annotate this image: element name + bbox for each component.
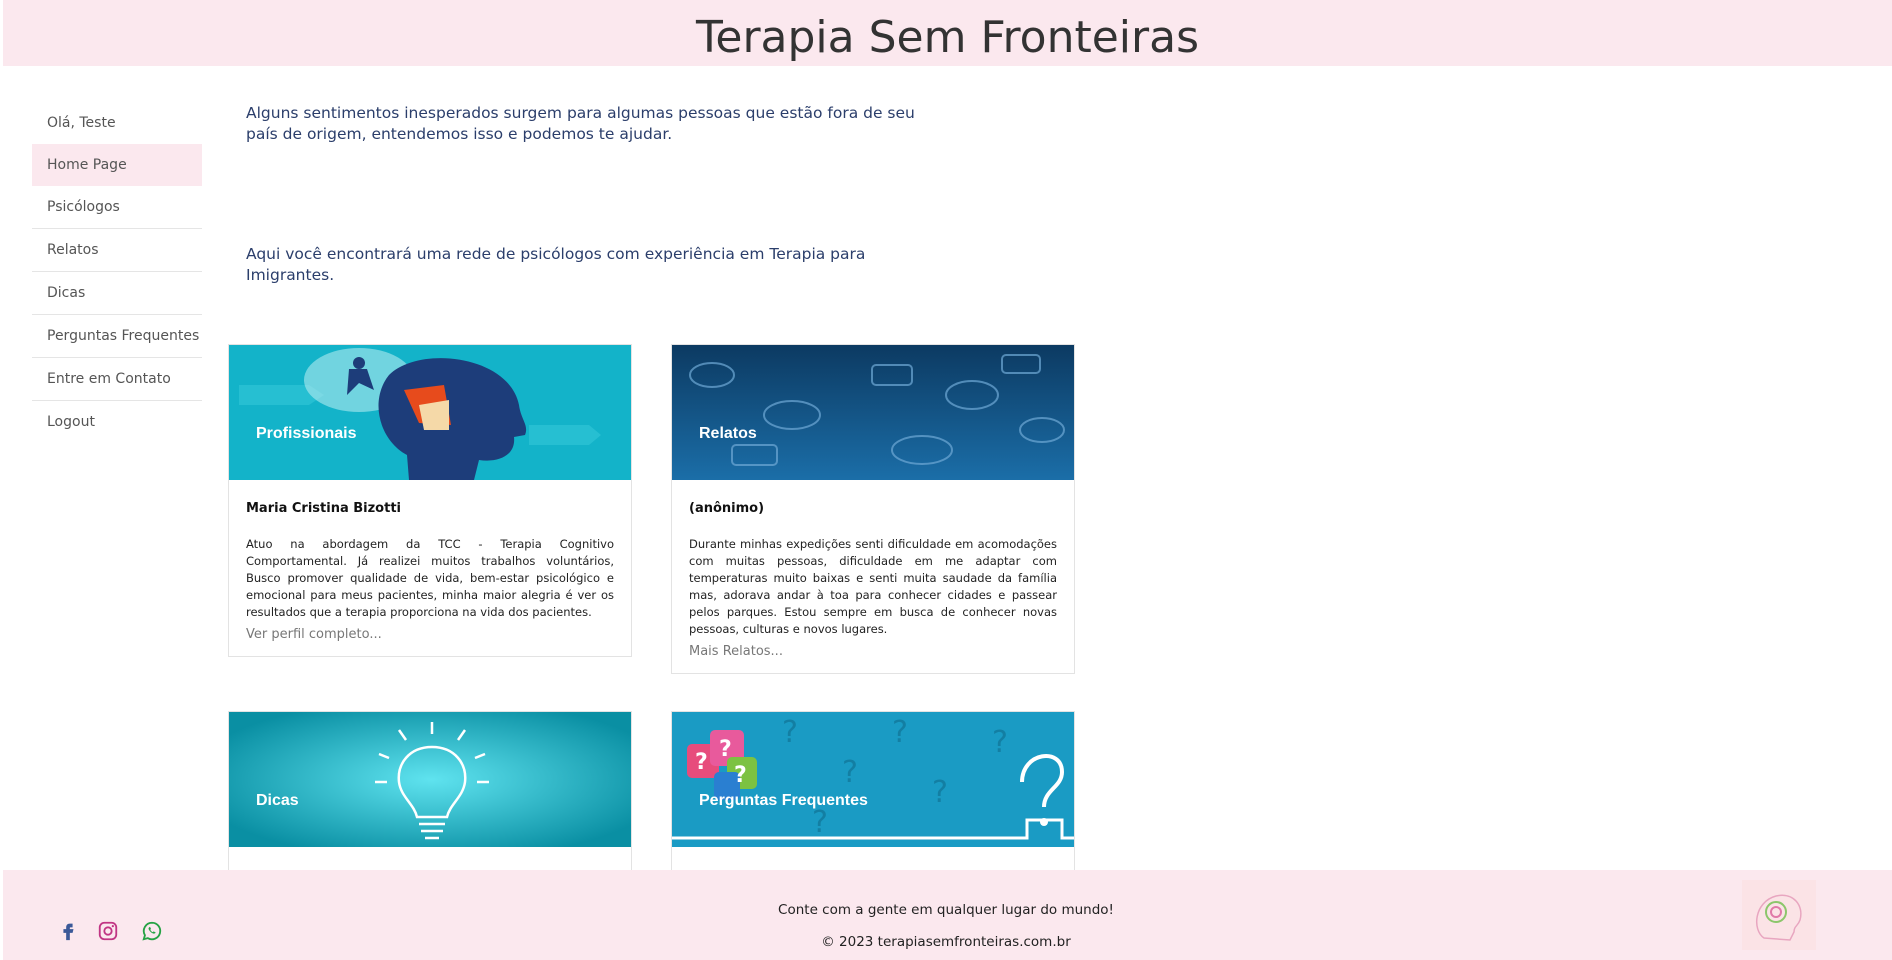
card-title: Relatos [699,425,757,442]
card-relatos: Relatos (anônimo) Durante minhas expediç… [671,344,1075,674]
site-title: Terapia Sem Fronteiras [695,12,1200,63]
svg-text:?: ? [695,750,708,775]
question-marks-icon: ??? ??? ??? [672,712,1074,847]
sidebar-greeting: Olá, Teste [47,115,116,131]
sidebar-item-contato[interactable]: Entre em Contato [32,358,202,401]
brand-logo-icon [1742,880,1816,950]
svg-text:?: ? [932,775,948,810]
intro-paragraph-1: Alguns sentimentos inesperados surgem pa… [246,104,915,143]
card-perguntas-frequentes: ??? ??? ??? Perguntas Frequentes [671,711,1075,870]
sidebar-item-logout[interactable]: Logout [32,401,202,443]
psychologist-name: Maria Cristina Bizotti [246,501,401,516]
sidebar-item-psicologos[interactable]: Psicólogos [32,186,202,229]
svg-text:?: ? [719,737,732,762]
svg-text:?: ? [842,755,858,790]
site-header: Terapia Sem Fronteiras [3,0,1892,66]
svg-text:?: ? [992,725,1008,760]
sidebar-item-relatos[interactable]: Relatos [32,229,202,272]
card-banner-relatos[interactable]: Relatos [672,345,1074,480]
speech-bubbles-icon [672,345,1074,480]
card-banner-dicas[interactable]: Dicas [229,712,631,847]
testimonial-text: Durante minhas expedições senti dificuld… [689,537,1057,636]
sidebar-item-perguntas[interactable]: Perguntas Frequentes [32,315,202,358]
card-banner-perguntas[interactable]: ??? ??? ??? Perguntas Frequentes [672,712,1074,847]
sidebar-item-home[interactable]: Home Page [32,144,202,186]
footer-copyright: © 2023 terapiasemfronteiras.com.br [821,934,1071,950]
lightbulb-icon [229,712,631,847]
testimonial-author: (anônimo) [689,501,765,516]
svg-text:?: ? [812,805,828,840]
view-profile-link[interactable]: Ver perfil completo... [246,627,614,647]
head-illustration-icon [229,345,631,480]
svg-text:?: ? [892,715,908,750]
card-banner-profissionais[interactable]: Profissionais [229,345,631,480]
card-dicas: Dicas [228,711,632,870]
footer-tagline: Conte com a gente em qualquer lugar do m… [778,902,1114,918]
svg-text:?: ? [734,763,747,788]
card-title: Profissionais [256,425,357,442]
psychologist-description: Atuo na abordagem da TCC - Terapia Cogni… [246,537,614,619]
card-title: Dicas [256,792,299,809]
card-profissionais: Profissionais Maria Cristina Bizotti Atu… [228,344,632,657]
more-testimonials-link[interactable]: Mais Relatos... [689,644,1057,664]
intro-paragraph-2: Aqui você encontrará uma rede de psicólo… [246,245,866,284]
sidebar-item-dicas[interactable]: Dicas [32,272,202,315]
card-title: Perguntas Frequentes [699,792,868,809]
svg-text:?: ? [782,715,798,750]
sidebar-nav: Olá, Teste Home Page Psicólogos Relatos … [32,102,202,443]
